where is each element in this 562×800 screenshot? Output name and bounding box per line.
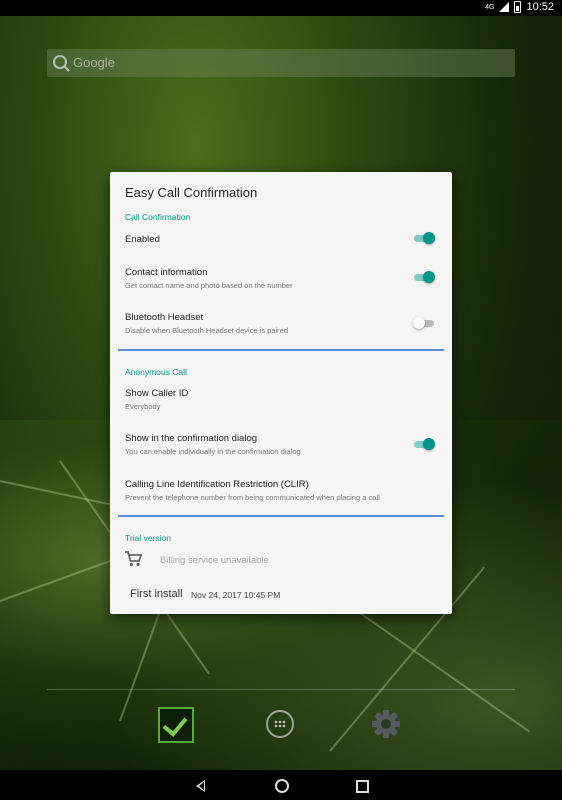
pref-show-in-dialog-title: Show in the confirmation dialog: [125, 433, 258, 444]
recent-apps-icon[interactable]: [356, 780, 369, 793]
preferences-dialog: Easy Call Confirmation Call Confirmation…: [110, 172, 452, 614]
first-install-date: Nov 24, 2017 10:45 PM: [191, 590, 281, 600]
billing-status: Billing service unavailable: [160, 555, 269, 566]
pref-bluetooth-title: Bluetooth Headset: [125, 312, 204, 323]
search-bar[interactable]: Google: [47, 49, 515, 77]
pref-contact-summary: Get contact name and photo based on the …: [125, 281, 293, 290]
pref-clir-summary: Prevent the telephone number from being …: [125, 493, 380, 502]
settings-gear-icon[interactable]: [370, 708, 402, 740]
pref-clir-title: Calling Line Identification Restriction …: [125, 479, 309, 490]
pref-caller-id-summary: Everybody: [125, 402, 161, 411]
home-icon[interactable]: [275, 779, 289, 793]
pref-contact-title: Contact information: [125, 267, 208, 278]
contact-information-switch[interactable]: [413, 270, 435, 284]
network-label: 4G: [485, 3, 495, 11]
pref-bluetooth-summary: Disable when Bluetooth Headset device is…: [125, 326, 289, 335]
first-install-label: First install: [130, 588, 183, 600]
dialog-title: Easy Call Confirmation: [125, 185, 258, 200]
search-icon: [53, 55, 67, 69]
all-apps-icon[interactable]: [266, 710, 294, 738]
shopping-cart-icon: [125, 551, 142, 567]
status-bar: 4G 10:52: [0, 0, 562, 16]
show-in-dialog-switch[interactable]: [413, 437, 435, 451]
battery-icon: [514, 1, 522, 13]
dock-divider: [47, 689, 515, 690]
pref-enabled-title: Enabled: [125, 234, 160, 245]
section-divider: [118, 349, 444, 351]
back-icon[interactable]: [196, 780, 205, 792]
signal-icon: [499, 2, 510, 12]
clock: 10:52: [526, 1, 554, 13]
app-check-icon[interactable]: [158, 707, 194, 743]
bluetooth-headset-switch[interactable]: [413, 316, 435, 330]
search-placeholder: Google: [73, 55, 115, 70]
section-header-anonymous-call: Anonymous Call: [125, 367, 187, 377]
pref-show-in-dialog-summary: You can enable individually in the confi…: [125, 447, 301, 456]
enabled-switch[interactable]: [413, 231, 435, 245]
pref-caller-id-title: Show Caller ID: [125, 388, 189, 399]
section-header-trial-version: Trial version: [125, 533, 171, 543]
section-divider: [118, 515, 444, 517]
section-header-call-confirmation: Call Confirmation: [125, 212, 191, 222]
